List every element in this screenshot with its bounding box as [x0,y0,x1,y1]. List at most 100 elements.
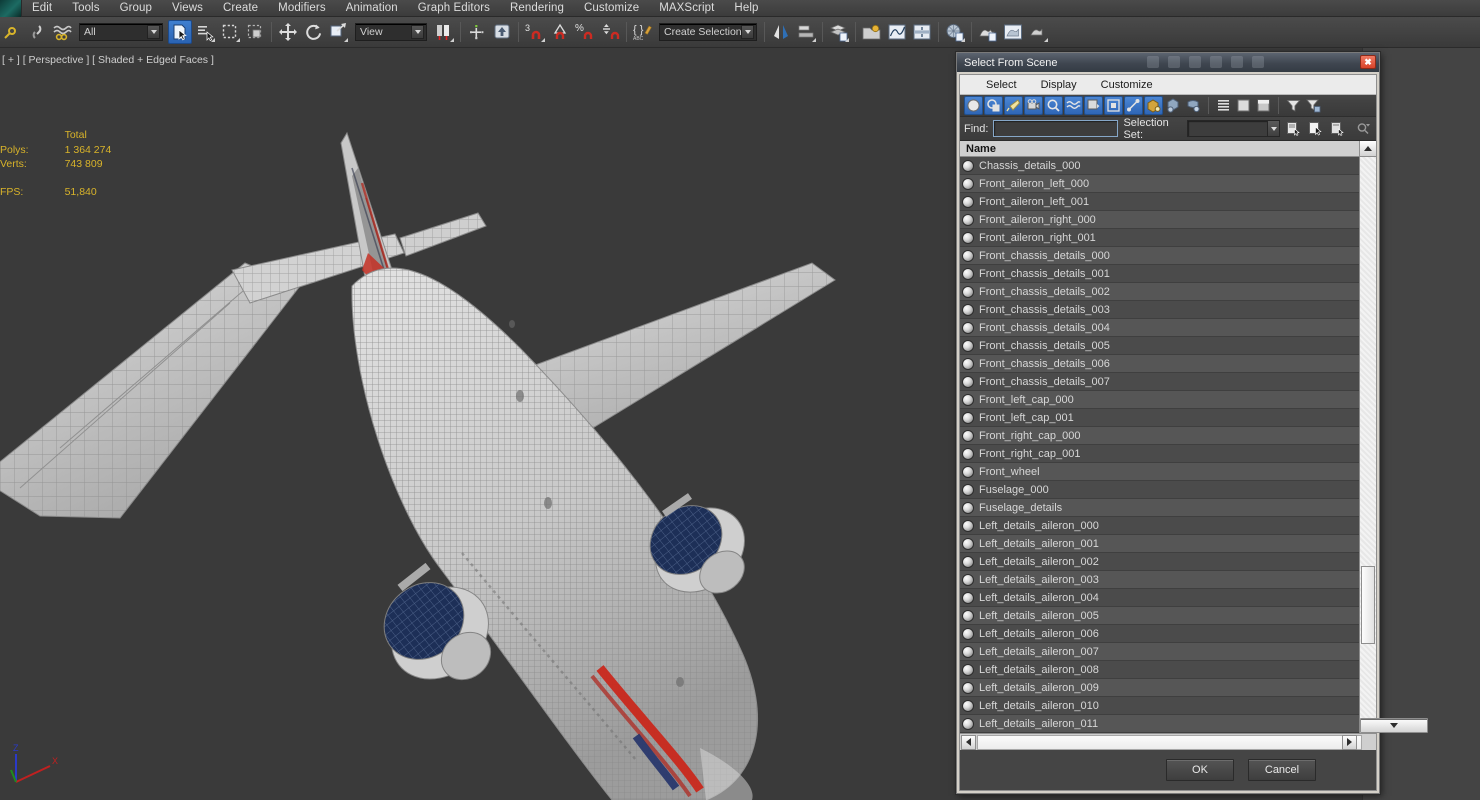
menu-modifiers[interactable]: Modifiers [268,0,336,17]
list-item[interactable]: Fuselage_details [960,499,1359,517]
display-shapes-icon[interactable] [984,96,1003,115]
display-cameras-icon[interactable] [1024,96,1043,115]
select-object-icon[interactable] [168,20,192,44]
layer-manager-icon[interactable] [827,20,851,44]
display-space-warps-icon[interactable] [1064,96,1083,115]
expand-selected-icon[interactable] [1254,96,1273,115]
bind-space-warp-icon[interactable] [0,20,24,44]
render-production-icon[interactable] [1026,20,1050,44]
list-item[interactable]: Left_details_aileron_002 [960,553,1359,571]
menu-maxscript[interactable]: MAXScript [649,0,724,17]
menu-graph-editors[interactable]: Graph Editors [408,0,500,17]
list-item[interactable]: Front_chassis_details_000 [960,247,1359,265]
list-item[interactable]: Front_chassis_details_005 [960,337,1359,355]
list-item[interactable]: Front_right_cap_001 [960,445,1359,463]
material-editor-icon[interactable] [943,20,967,44]
selection-set-combo[interactable] [1186,120,1280,137]
list-item[interactable]: Left_details_aileron_004 [960,589,1359,607]
selection-set-name-combo[interactable]: Create Selection Se [659,23,757,41]
selection-filter-combo[interactable]: All [79,23,163,41]
scrollbar-thumb[interactable] [1361,565,1375,644]
angle-snap-icon[interactable] [548,20,572,44]
snap-toggle-3d-icon[interactable]: 3 [523,20,547,44]
display-xrefs-icon[interactable] [1104,96,1123,115]
list-item[interactable]: Front_chassis_details_003 [960,301,1359,319]
remove-selection-set-icon[interactable] [1329,119,1346,138]
chevron-down-icon[interactable] [147,25,160,39]
display-bones-icon[interactable] [1124,96,1143,115]
list-item[interactable]: Front_chassis_details_007 [960,373,1359,391]
unlink-selection-icon[interactable] [25,20,49,44]
list-item[interactable]: Front_left_cap_001 [960,409,1359,427]
list-item[interactable]: Left_details_aileron_003 [960,571,1359,589]
vertical-scrollbar[interactable] [1359,157,1428,733]
window-crossing-icon[interactable] [243,20,267,44]
display-containers-icon[interactable] [1144,96,1163,115]
add-selection-set-icon[interactable] [1285,119,1302,138]
list-rows-container[interactable]: Chassis_details_000 Front_aileron_left_00… [960,157,1359,733]
rendered-frame-window-icon[interactable] [1001,20,1025,44]
align-icon[interactable] [794,20,818,44]
menu-tools[interactable]: Tools [62,0,109,17]
list-item[interactable]: Left_details_aileron_008 [960,661,1359,679]
horizontal-scrollbar[interactable] [960,733,1376,750]
airliner-wireframe-model[interactable] [0,48,960,800]
list-item[interactable]: Front_wheel [960,463,1359,481]
search-options-icon[interactable] [1355,119,1372,138]
menu-help[interactable]: Help [724,0,768,17]
list-item[interactable]: Front_aileron_left_001 [960,193,1359,211]
list-item[interactable]: Left_details_aileron_009 [960,679,1359,697]
list-item[interactable]: Left_details_aileron_007 [960,643,1359,661]
list-item[interactable]: Front_aileron_right_001 [960,229,1359,247]
snap-to-surface-icon[interactable] [490,20,514,44]
select-and-scale-icon[interactable] [326,20,350,44]
close-icon[interactable]: ✖ [1360,55,1376,69]
use-pivot-center-icon[interactable] [432,20,456,44]
menu-rendering[interactable]: Rendering [500,0,574,17]
scroll-up-button[interactable] [1359,141,1376,156]
dialog-title-bar[interactable]: Select From Scene ✖ [957,53,1379,72]
chevron-down-icon[interactable] [411,25,424,39]
list-item[interactable]: Left_details_aileron_001 [960,535,1359,553]
list-item[interactable]: Fuselage_000 [960,481,1359,499]
select-and-manipulate-icon[interactable] [465,20,489,44]
scroll-right-button[interactable] [1342,734,1357,750]
cancel-button[interactable]: Cancel [1248,759,1316,781]
scroll-down-button[interactable] [1360,718,1428,733]
list-item[interactable]: Front_chassis_details_006 [960,355,1359,373]
dialog-menu-customize[interactable]: Customize [1089,75,1165,95]
select-none-icon[interactable] [1164,96,1183,115]
filter-icon[interactable] [1284,96,1303,115]
ok-button[interactable]: OK [1166,759,1234,781]
toggle-scene-explorer-icon[interactable] [860,20,884,44]
list-item[interactable]: Front_chassis_details_002 [960,283,1359,301]
reference-coordinate-combo[interactable]: View [355,23,427,41]
select-by-name-icon[interactable] [193,20,217,44]
list-item[interactable]: Left_details_aileron_010 [960,697,1359,715]
display-geometry-icon[interactable] [964,96,983,115]
collapse-all-icon[interactable] [1234,96,1253,115]
list-item[interactable]: Left_details_aileron_000 [960,517,1359,535]
dialog-menu-display[interactable]: Display [1029,75,1089,95]
find-input[interactable] [993,120,1119,137]
scroll-left-button[interactable] [961,734,976,750]
spinner-snap-icon[interactable] [598,20,622,44]
schematic-view-icon[interactable] [910,20,934,44]
curve-editor-icon[interactable] [885,20,909,44]
chevron-down-icon[interactable] [741,25,754,39]
list-item[interactable]: Left_details_aileron_005 [960,607,1359,625]
list-item[interactable]: Front_aileron_left_000 [960,175,1359,193]
select-influences-icon[interactable] [1184,96,1203,115]
mirror-icon[interactable] [769,20,793,44]
menu-animation[interactable]: Animation [336,0,408,17]
list-column-header[interactable]: Name [960,141,1376,157]
list-item[interactable]: Left_details_aileron_006 [960,625,1359,643]
list-item[interactable]: Front_aileron_right_000 [960,211,1359,229]
chevron-down-icon[interactable] [1267,121,1279,136]
list-item[interactable]: Left_details_aileron_011 [960,715,1359,733]
menu-edit[interactable]: Edit [22,0,62,17]
list-item[interactable]: Chassis_details_000 [960,157,1359,175]
dialog-menu-select[interactable]: Select [974,75,1029,95]
display-helpers-icon[interactable] [1044,96,1063,115]
percent-snap-icon[interactable]: % [573,20,597,44]
